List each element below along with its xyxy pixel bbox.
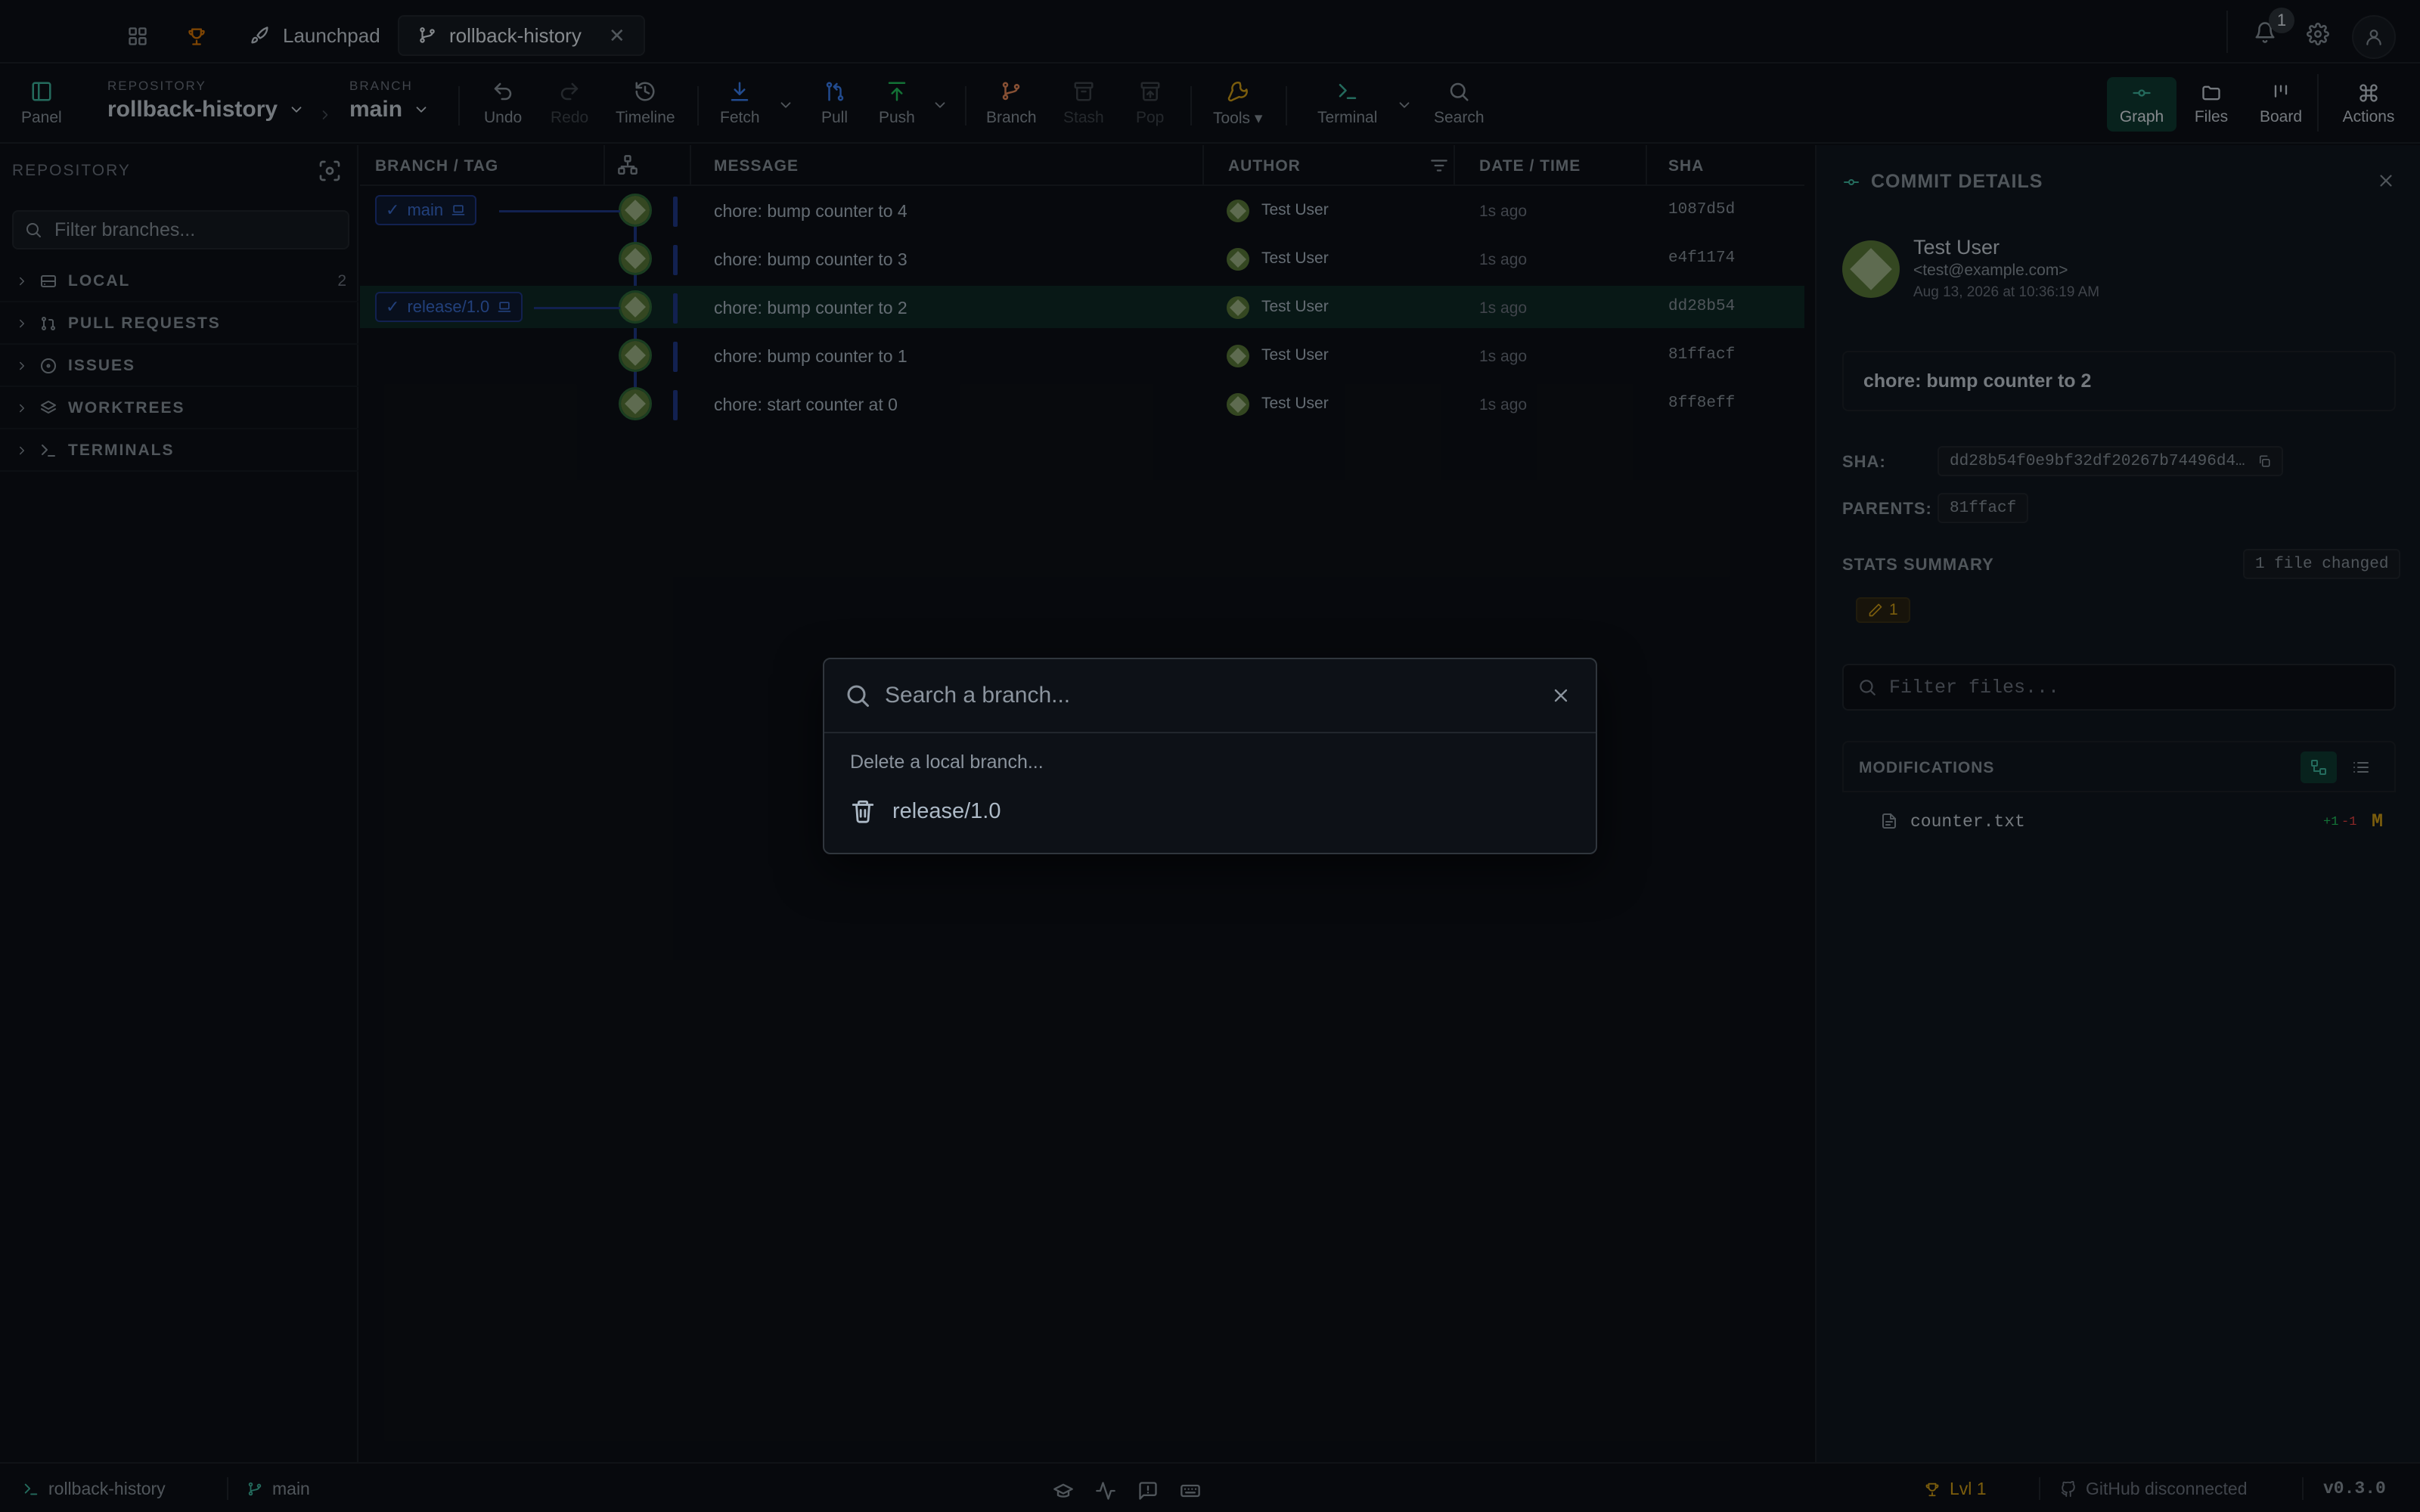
delete-branch-dialog: Delete a local branch... release/1.0 <box>823 658 1597 854</box>
trash-icon <box>850 798 876 824</box>
branch-search-field <box>824 659 1596 733</box>
branch-option-label: release/1.0 <box>892 798 1001 823</box>
branch-option-release[interactable]: release/1.0 <box>850 798 1001 824</box>
search-icon <box>844 682 871 709</box>
dialog-hint: Delete a local branch... <box>850 751 1044 773</box>
close-icon[interactable] <box>1550 685 1571 706</box>
branch-search-input[interactable] <box>885 683 1535 708</box>
